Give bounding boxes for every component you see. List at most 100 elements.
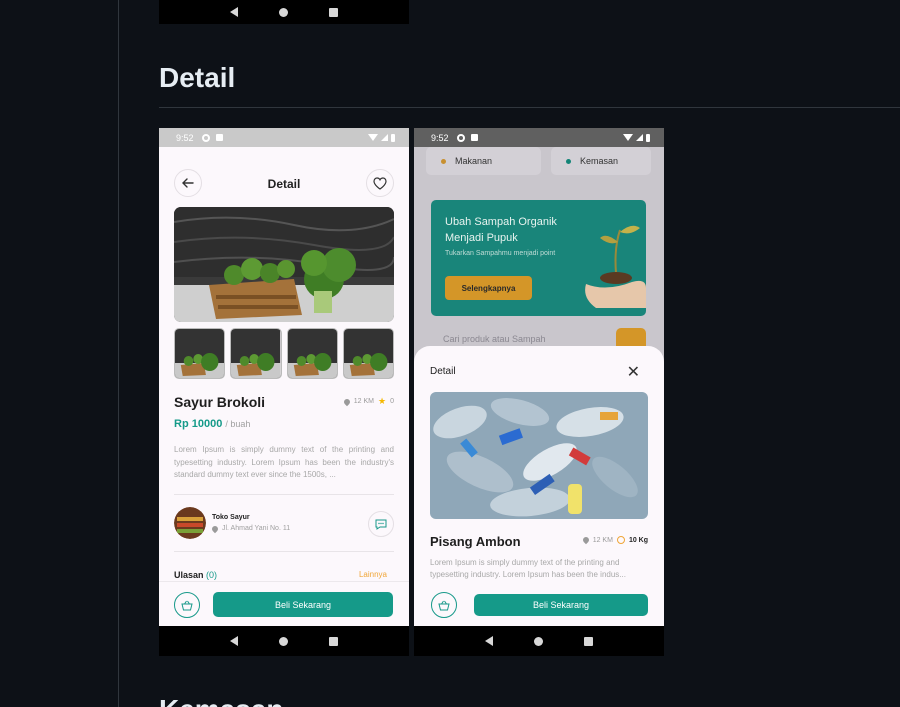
nav-back-icon	[229, 7, 238, 17]
buy-now-button[interactable]: Beli Sekarang	[213, 592, 393, 617]
product-meta: 12 KM ★ 0	[342, 396, 394, 407]
seller-address-text: Jl. Ahmad Yani No. 11	[222, 525, 291, 532]
nav-recent-icon[interactable]	[329, 636, 339, 646]
settings-icon	[456, 133, 465, 142]
app-header: Detail	[174, 169, 394, 197]
wifi-icon	[623, 134, 633, 141]
seller-avatar[interactable]	[174, 507, 206, 539]
status-bar: 9:52	[159, 128, 409, 147]
thumbnail[interactable]	[286, 328, 338, 379]
category-chips: Makanan Kemasan	[426, 147, 651, 175]
status-time: 9:52	[431, 132, 449, 143]
category-chip-kemasan[interactable]: Kemasan	[551, 147, 651, 175]
product-name: Sayur Brokoli	[174, 394, 266, 410]
thumbnail[interactable]	[174, 328, 226, 379]
nav-back-icon[interactable]	[229, 636, 238, 646]
nav-recent-icon[interactable]	[584, 636, 594, 646]
nav-recent-icon	[329, 7, 339, 17]
price-amount: Rp 10000	[174, 418, 223, 430]
location-pin-icon	[581, 535, 590, 545]
product-detail-screenshot: 9:52 Detail Sayur Brokoli 12 KM ★ 0 Rp 1…	[159, 128, 409, 656]
product-description: Lorem Ipsum is simply dummy text of the …	[174, 445, 394, 479]
description-line: Lorem Ipsum is simply dummy text of the …	[430, 558, 620, 567]
product-price: Rp 10000 / buah	[174, 418, 250, 430]
buy-now-button[interactable]: Beli Sekarang	[474, 594, 648, 616]
seller-address: Jl. Ahmad Yani No. 11	[210, 524, 291, 533]
promo-banner[interactable]: Ubah Sampah Organik Menjadi Pupuk Tukark…	[431, 200, 646, 316]
category-dot	[566, 158, 571, 164]
location-pin-icon	[210, 524, 220, 533]
basket-icon	[438, 600, 450, 610]
android-navbar	[414, 626, 664, 656]
seller-name: Toko Sayur	[212, 514, 250, 521]
divider	[174, 494, 394, 495]
sidebar-divider	[118, 0, 119, 707]
section-divider	[159, 107, 900, 108]
section-heading: Detail	[159, 62, 236, 93]
thumbnail[interactable]	[342, 328, 394, 379]
nav-home-icon	[278, 7, 288, 17]
status-bar: 9:52	[414, 128, 664, 147]
product-description: Lorem Ipsum is simply dummy text of the …	[430, 557, 648, 579]
image-thumbnails	[174, 328, 394, 379]
notification-icon	[470, 134, 478, 141]
distance-text: 12 KM	[353, 398, 375, 405]
nav-home-icon[interactable]	[533, 636, 543, 646]
cart-button[interactable]	[174, 592, 200, 618]
bottom-action-bar: Beli Sekarang	[159, 581, 409, 626]
reviews-heading: Ulasan (0)	[174, 570, 217, 580]
distance-text: 12 KM	[592, 536, 613, 544]
notification-icon	[215, 134, 223, 141]
divider	[174, 551, 394, 552]
docs-page: Detail 9:52 Detail Sayur Brokoli 12 KM ★…	[0, 0, 900, 707]
broccoli-image	[174, 207, 394, 322]
product-meta: 12 KM 10 Kg	[581, 535, 648, 545]
page-title: Detail	[267, 177, 301, 191]
star-icon: ★	[378, 396, 387, 406]
category-dot	[441, 158, 446, 164]
weight-icon	[616, 536, 625, 544]
search-input[interactable]: Cari produk atau Sampah	[443, 334, 546, 344]
android-navbar	[159, 626, 409, 656]
reviews-label: Ulasan	[174, 570, 204, 580]
next-section-heading: Kemasan	[159, 694, 284, 707]
battery-icon	[391, 133, 395, 142]
detail-sheet-screenshot: 9:52 Makanan Kemasan Ubah Sampah Organik…	[414, 128, 664, 656]
weight-text: 10 Kg	[628, 536, 648, 544]
chip-label: Kemasan	[580, 156, 619, 166]
chat-icon	[375, 519, 387, 530]
wifi-icon	[368, 134, 378, 141]
signal-icon	[381, 134, 388, 141]
sheet-title: Detail	[430, 366, 456, 377]
nav-home-icon[interactable]	[278, 636, 288, 646]
chat-button[interactable]	[368, 511, 394, 537]
favorite-button[interactable]	[366, 169, 394, 197]
reviews-count: (0)	[206, 570, 218, 580]
thumbnail[interactable]	[230, 328, 282, 379]
previous-screenshot-navbar	[159, 0, 409, 24]
product-main-image[interactable]	[174, 207, 394, 322]
close-icon[interactable]: ✕	[627, 362, 640, 382]
product-name: Pisang Ambon	[430, 534, 521, 549]
detail-bottom-sheet: Detail ✕ Pisang Ambon 12 KM 10 Kg Lorem …	[414, 346, 664, 626]
plant-hand-image	[585, 225, 646, 308]
price-unit: / buah	[225, 419, 251, 429]
signal-icon	[636, 134, 643, 141]
more-reviews-link[interactable]: Lainnya	[359, 570, 387, 579]
category-chip-makanan[interactable]: Makanan	[426, 147, 541, 175]
basket-icon	[181, 600, 193, 610]
heart-icon	[373, 176, 387, 190]
chip-label: Makanan	[455, 156, 493, 166]
location-pin-icon	[342, 397, 352, 406]
nav-back-icon[interactable]	[484, 636, 493, 646]
product-image[interactable]	[430, 392, 648, 519]
description-line: typesetting industry. Lorem Ipsum has be…	[430, 570, 626, 579]
cart-button[interactable]	[431, 592, 457, 618]
banner-more-button[interactable]: Selengkapnya	[445, 276, 532, 300]
battery-icon	[646, 133, 650, 142]
rating-text: 0	[390, 398, 394, 405]
plastic-bottles-image	[430, 392, 648, 519]
status-time: 9:52	[176, 132, 194, 143]
banner-subtitle: Tukarkan Sampahmu menjadi point	[445, 250, 556, 257]
banner-title: Ubah Sampah Organik Menjadi Pupuk	[445, 216, 557, 244]
